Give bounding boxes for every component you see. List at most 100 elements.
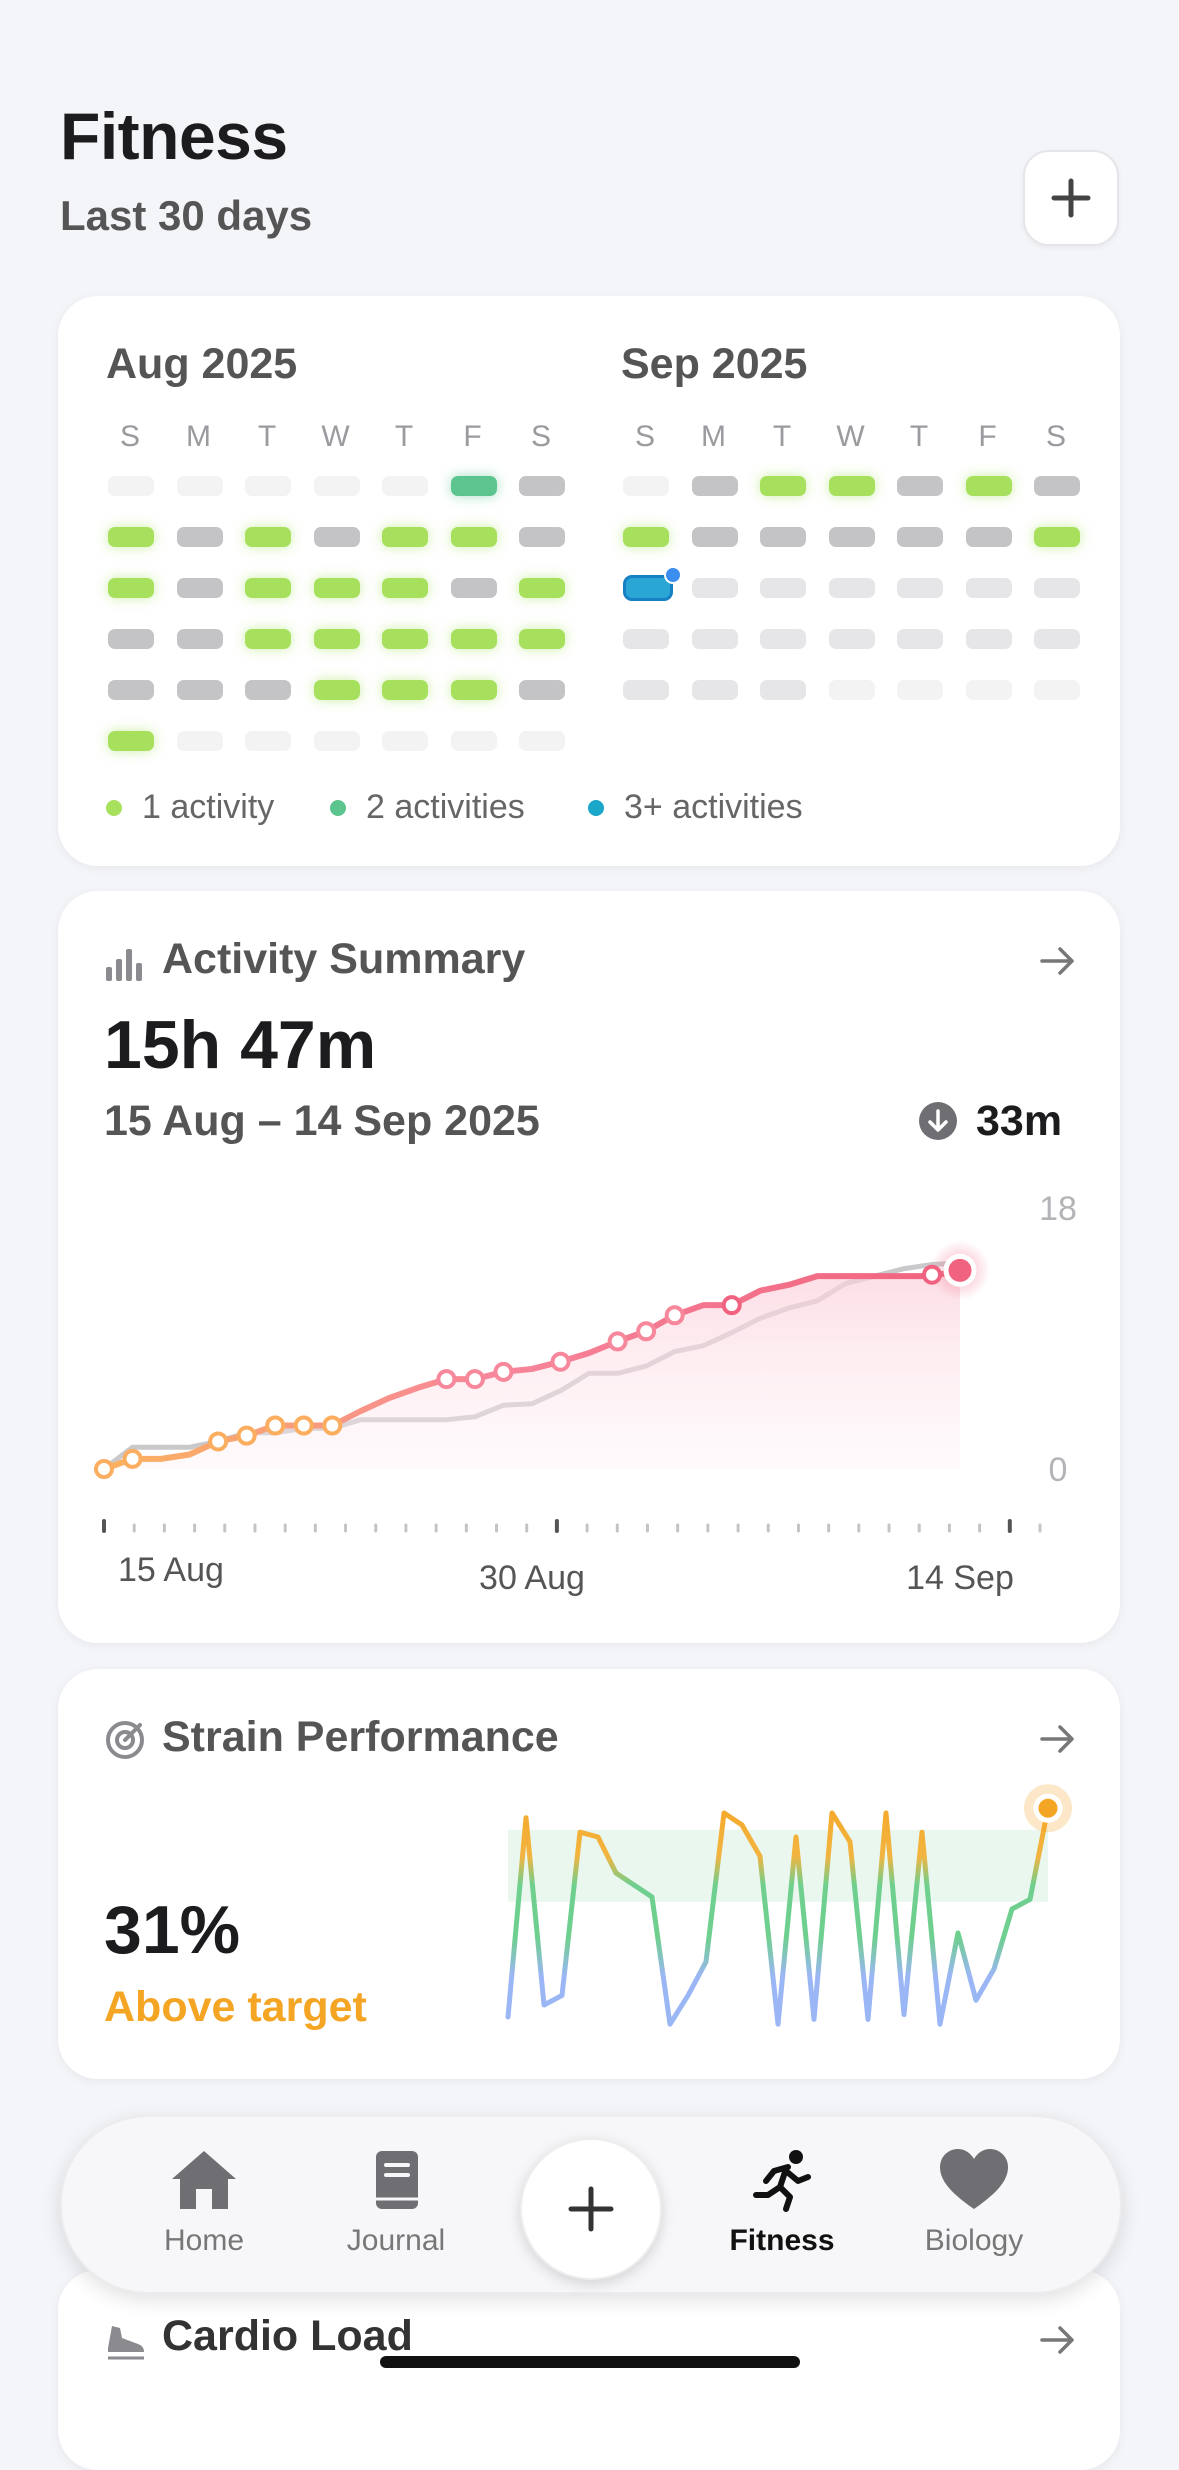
calendar-day[interactable]: [760, 578, 806, 598]
calendar-day[interactable]: [450, 629, 497, 649]
add-entry-button[interactable]: [520, 2138, 662, 2280]
calendar-day[interactable]: [450, 731, 497, 751]
calendar-day[interactable]: [965, 629, 1012, 649]
calendar-day[interactable]: [313, 629, 360, 649]
strain-card[interactable]: Strain Performance 31% Above target: [58, 1669, 1120, 2079]
arrow-right-icon[interactable]: [1036, 939, 1080, 983]
calendar-day[interactable]: [108, 680, 154, 700]
calendar-day[interactable]: [245, 731, 291, 751]
calendar-day[interactable]: [176, 731, 223, 751]
calendar-day[interactable]: [313, 731, 360, 751]
calendar-day[interactable]: [245, 629, 291, 649]
calendar-day[interactable]: [108, 527, 154, 547]
data-point: [265, 1415, 286, 1436]
calendar-day[interactable]: [965, 476, 1012, 496]
nav-fitness[interactable]: Fitness: [702, 2147, 862, 2258]
calendar-day[interactable]: [313, 680, 360, 700]
bar-chart-icon: [106, 949, 142, 981]
calendar-day[interactable]: [450, 578, 497, 598]
calendar-day[interactable]: [313, 527, 360, 547]
calendar-day[interactable]: [313, 578, 360, 598]
calendar-day[interactable]: [623, 476, 669, 496]
activity-summary-card[interactable]: Activity Summary 15h 47m 15 Aug – 14 Sep…: [58, 891, 1120, 1643]
calendar-day[interactable]: [1034, 527, 1080, 547]
calendar-day[interactable]: [382, 680, 428, 700]
weekday-label: M: [186, 420, 211, 453]
legend-label: 3+ activities: [624, 788, 803, 826]
calendar-day[interactable]: [897, 578, 943, 598]
calendar-day[interactable]: [623, 629, 669, 649]
calendar-day[interactable]: [176, 629, 223, 649]
nav-biology[interactable]: Biology: [894, 2147, 1054, 2258]
calendar-day[interactable]: [176, 578, 223, 598]
calendar-day[interactable]: [1034, 578, 1080, 598]
calendar-day[interactable]: [176, 476, 223, 496]
calendar-day[interactable]: [1034, 629, 1080, 649]
calendar-day[interactable]: [108, 476, 154, 496]
calendar-day[interactable]: [828, 527, 875, 547]
calendar-day[interactable]: [691, 629, 738, 649]
calendar-day[interactable]: [691, 476, 738, 496]
calendar-day[interactable]: [108, 578, 154, 598]
calendar-day[interactable]: [450, 680, 497, 700]
calendar-day[interactable]: [313, 476, 360, 496]
calendar-day[interactable]: [760, 476, 806, 496]
x-tick-label: 30 Aug: [479, 1559, 585, 1597]
calendar-day[interactable]: [176, 680, 223, 700]
calendar-day[interactable]: [691, 527, 738, 547]
calendar-day[interactable]: [691, 578, 738, 598]
calendar-day[interactable]: [623, 680, 669, 700]
calendar-day[interactable]: [897, 629, 943, 649]
calendar-day[interactable]: [519, 680, 565, 700]
calendar-day[interactable]: [828, 629, 875, 649]
calendar-day[interactable]: [450, 476, 497, 496]
calendar-day[interactable]: [382, 578, 428, 598]
calendar-day[interactable]: [245, 527, 291, 547]
calendar-day[interactable]: [519, 578, 565, 598]
calendar-day[interactable]: [108, 629, 154, 649]
data-point: [721, 1295, 742, 1316]
calendar-day[interactable]: [760, 629, 806, 649]
calendar-day[interactable]: [245, 680, 291, 700]
calendar-day[interactable]: [450, 527, 497, 547]
calendar-day[interactable]: [382, 629, 428, 649]
arrow-right-icon[interactable]: [1036, 2318, 1080, 2362]
calendar-day[interactable]: [828, 578, 875, 598]
calendar-day[interactable]: [965, 578, 1012, 598]
calendar-day[interactable]: [1034, 680, 1080, 700]
calendar-day[interactable]: [897, 527, 943, 547]
calendar-day[interactable]: [382, 527, 428, 547]
calendar-day[interactable]: [519, 629, 565, 649]
calendar-day[interactable]: [965, 527, 1012, 547]
calendar-day[interactable]: [382, 731, 428, 751]
activity-delta: 33m: [976, 1097, 1063, 1145]
calendar-day[interactable]: [108, 731, 154, 751]
nav-journal[interactable]: Journal: [316, 2147, 476, 2258]
calendar-day[interactable]: [828, 680, 875, 700]
calendar-day[interactable]: [897, 476, 943, 496]
add-button[interactable]: [1023, 150, 1119, 246]
legend-label: 2 activities: [366, 788, 525, 826]
calendar-day[interactable]: [965, 680, 1012, 700]
calendar-day[interactable]: [623, 527, 669, 547]
calendar-day[interactable]: [519, 527, 565, 547]
calendar-day[interactable]: [382, 476, 428, 496]
calendar-day[interactable]: [828, 476, 875, 496]
calendar-card[interactable]: Aug 2025 S M T W T F S Sep 2025 S M T W T F S 1 activit…: [58, 296, 1120, 866]
arrow-right-icon[interactable]: [1036, 1717, 1080, 1761]
calendar-day[interactable]: [519, 476, 565, 496]
calendar-day[interactable]: [897, 680, 943, 700]
cardio-load-card[interactable]: Cardio Load: [58, 2270, 1120, 2470]
calendar-day-today[interactable]: [623, 566, 682, 601]
calendar-day[interactable]: [245, 476, 291, 496]
calendar-day[interactable]: [760, 680, 806, 700]
nav-home[interactable]: Home: [124, 2147, 284, 2258]
calendar-day[interactable]: [760, 527, 806, 547]
weekday-label: S: [1045, 420, 1066, 453]
calendar-day[interactable]: [176, 527, 223, 547]
strain-status: Above target: [104, 1983, 367, 2031]
calendar-day[interactable]: [245, 578, 291, 598]
calendar-day[interactable]: [691, 680, 738, 700]
calendar-day[interactable]: [1034, 476, 1080, 496]
calendar-day[interactable]: [519, 731, 565, 751]
